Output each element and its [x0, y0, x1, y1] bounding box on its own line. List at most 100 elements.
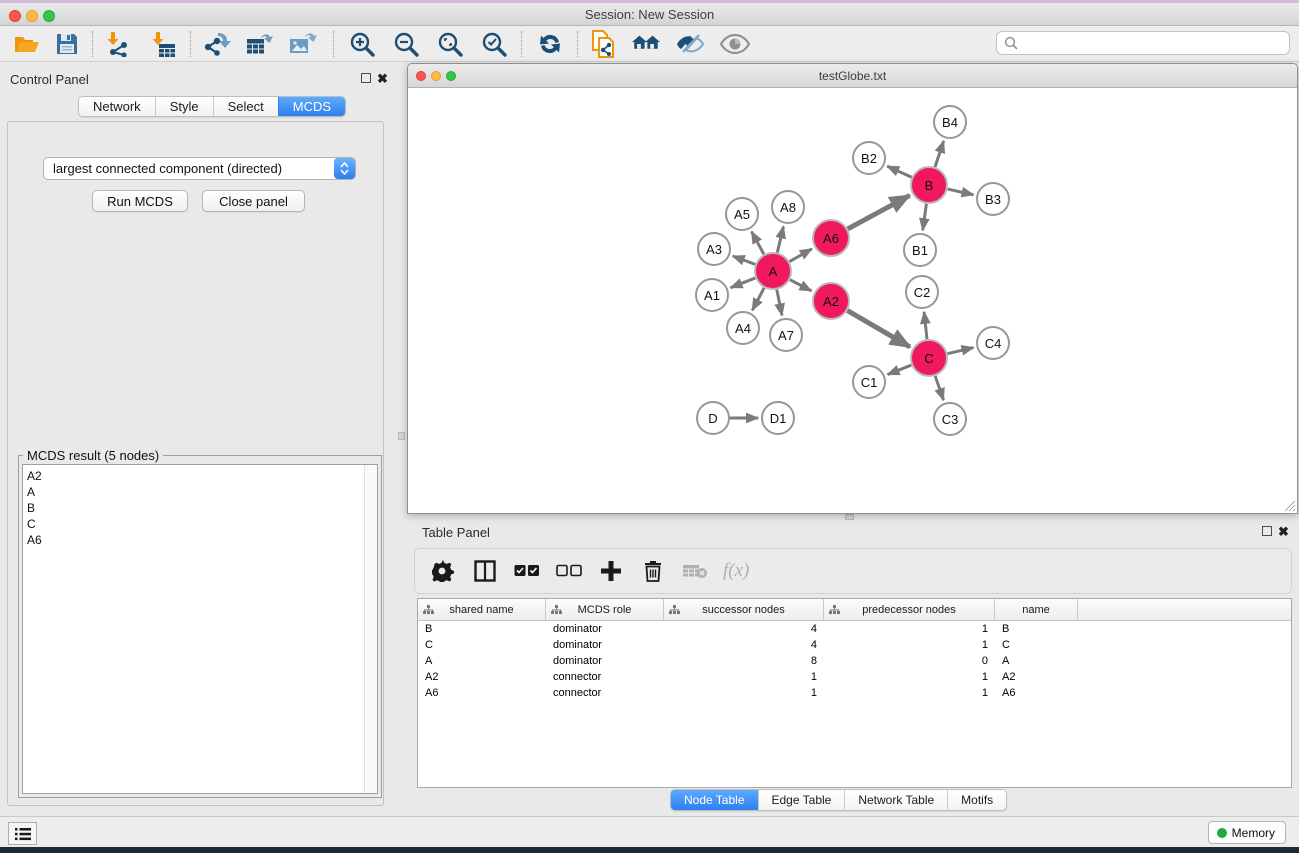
graph-node-A4[interactable]: A4: [726, 311, 760, 345]
graph-node-A8[interactable]: A8: [771, 190, 805, 224]
graph-node-A6[interactable]: A6: [812, 219, 850, 257]
column-header-predecessor-nodes[interactable]: predecessor nodes: [824, 599, 995, 620]
cell-shared-name[interactable]: A: [418, 655, 546, 667]
graph-edge[interactable]: [790, 280, 812, 291]
graph-node-A7[interactable]: A7: [769, 318, 803, 352]
cell-successor-nodes[interactable]: 4: [664, 623, 824, 635]
cell-name[interactable]: C: [995, 639, 1078, 651]
graph-node-A1[interactable]: A1: [695, 278, 729, 312]
cell-predecessor-nodes[interactable]: 1: [824, 639, 995, 651]
close-table-panel-icon[interactable]: ✖: [1278, 527, 1289, 537]
graph-node-A[interactable]: A: [754, 252, 792, 290]
cell-mcds-role[interactable]: connector: [546, 687, 664, 699]
cell-successor-nodes[interactable]: 1: [664, 671, 824, 683]
graph-edge[interactable]: [923, 204, 927, 230]
graph-node-A5[interactable]: A5: [725, 197, 759, 231]
cell-shared-name[interactable]: A2: [418, 671, 546, 683]
tab-select[interactable]: Select: [213, 97, 278, 116]
close-panel-button[interactable]: Close panel: [202, 190, 305, 212]
cell-name[interactable]: A2: [995, 671, 1078, 683]
show-log-list-button[interactable]: [8, 822, 37, 845]
export-image-icon[interactable]: [288, 29, 318, 59]
network-canvas[interactable]: B4B2BB3A8A5A6A3B1AC2A1A2A4A7C4CC1C3DD1: [409, 89, 1297, 513]
cell-name[interactable]: A: [995, 655, 1078, 667]
cell-successor-nodes[interactable]: 1: [664, 687, 824, 699]
search-input[interactable]: [1018, 34, 1289, 52]
zoom-out-icon[interactable]: [391, 29, 421, 59]
cell-mcds-role[interactable]: dominator: [546, 655, 664, 667]
create-column-icon[interactable]: [597, 557, 625, 585]
graph-edge[interactable]: [924, 312, 927, 339]
cell-predecessor-nodes[interactable]: 1: [824, 671, 995, 683]
cell-shared-name[interactable]: B: [418, 623, 546, 635]
result-item[interactable]: A6: [27, 532, 377, 548]
table-options-gear-icon[interactable]: [429, 557, 457, 585]
graph-node-D1[interactable]: D1: [761, 401, 795, 435]
tab-style[interactable]: Style: [155, 97, 213, 116]
memory-button[interactable]: Memory: [1208, 821, 1286, 844]
duplicate-network-icon[interactable]: [589, 29, 619, 59]
graph-node-C3[interactable]: C3: [933, 402, 967, 436]
open-session-icon[interactable]: [12, 29, 42, 59]
graph-edge[interactable]: [777, 226, 783, 252]
show-eye-icon[interactable]: [720, 29, 750, 59]
graph-node-D[interactable]: D: [696, 401, 730, 435]
hide-selected-eye-slash-icon[interactable]: [675, 29, 705, 59]
cell-predecessor-nodes[interactable]: 1: [824, 687, 995, 699]
graph-edge[interactable]: [733, 256, 755, 264]
tab-network[interactable]: Network: [79, 97, 155, 116]
float-table-panel-icon[interactable]: [1262, 526, 1272, 536]
graph-node-B1[interactable]: B1: [903, 233, 937, 267]
tab-network-table[interactable]: Network Table: [844, 790, 947, 810]
table-row[interactable]: A2 connector 1 1 A2: [418, 669, 1291, 685]
result-item[interactable]: A: [27, 484, 377, 500]
close-panel-icon[interactable]: ✖: [377, 74, 388, 84]
graph-edge[interactable]: [947, 348, 973, 354]
export-network-icon[interactable]: [203, 29, 233, 59]
result-item[interactable]: C: [27, 516, 377, 532]
cell-mcds-role[interactable]: dominator: [546, 639, 664, 651]
vertical-splitter-handle[interactable]: [398, 432, 405, 440]
home-layouts-icon[interactable]: [631, 29, 661, 59]
graph-node-A3[interactable]: A3: [697, 232, 731, 266]
save-session-icon[interactable]: [52, 29, 82, 59]
column-header-shared-name[interactable]: shared name: [418, 599, 546, 620]
graph-edge[interactable]: [752, 288, 764, 310]
deselect-all-columns-icon[interactable]: [555, 557, 583, 585]
cell-successor-nodes[interactable]: 8: [664, 655, 824, 667]
table-row[interactable]: C dominator 4 1 C: [418, 637, 1291, 653]
graph-node-A2[interactable]: A2: [812, 282, 850, 320]
graph-edge[interactable]: [888, 365, 912, 375]
export-table-icon[interactable]: [245, 29, 275, 59]
mcds-result-list[interactable]: A2 A B C A6: [22, 464, 378, 794]
graph-edge[interactable]: [948, 189, 974, 195]
float-panel-icon[interactable]: [361, 73, 371, 83]
column-header-name[interactable]: name: [995, 599, 1078, 620]
graph-edge[interactable]: [848, 195, 910, 228]
network-window-titlebar[interactable]: testGlobe.txt: [408, 64, 1297, 88]
zoom-fit-icon[interactable]: [435, 29, 465, 59]
table-row[interactable]: B dominator 4 1 B: [418, 621, 1291, 637]
tab-mcds[interactable]: MCDS: [278, 97, 345, 116]
graph-node-C4[interactable]: C4: [976, 326, 1010, 360]
tab-motifs[interactable]: Motifs: [947, 790, 1006, 810]
delete-column-trash-icon[interactable]: [639, 557, 667, 585]
run-mcds-button[interactable]: Run MCDS: [92, 190, 188, 212]
graph-node-B[interactable]: B: [910, 166, 948, 204]
graph-node-C2[interactable]: C2: [905, 275, 939, 309]
graph-edge[interactable]: [790, 249, 812, 262]
graph-edge[interactable]: [777, 290, 782, 316]
cell-name[interactable]: A6: [995, 687, 1078, 699]
window-resize-grip[interactable]: [1283, 499, 1296, 512]
cell-predecessor-nodes[interactable]: 0: [824, 655, 995, 667]
tab-node-table[interactable]: Node Table: [671, 790, 758, 810]
cell-shared-name[interactable]: C: [418, 639, 546, 651]
result-scrollbar[interactable]: [364, 465, 377, 793]
cell-shared-name[interactable]: A6: [418, 687, 546, 699]
column-header-successor-nodes[interactable]: successor nodes: [664, 599, 824, 620]
graph-node-B3[interactable]: B3: [976, 182, 1010, 216]
zoom-selected-icon[interactable]: [479, 29, 509, 59]
result-item[interactable]: A2: [27, 468, 377, 484]
horizontal-splitter-handle[interactable]: [845, 514, 854, 520]
table-row[interactable]: A dominator 8 0 A: [418, 653, 1291, 669]
